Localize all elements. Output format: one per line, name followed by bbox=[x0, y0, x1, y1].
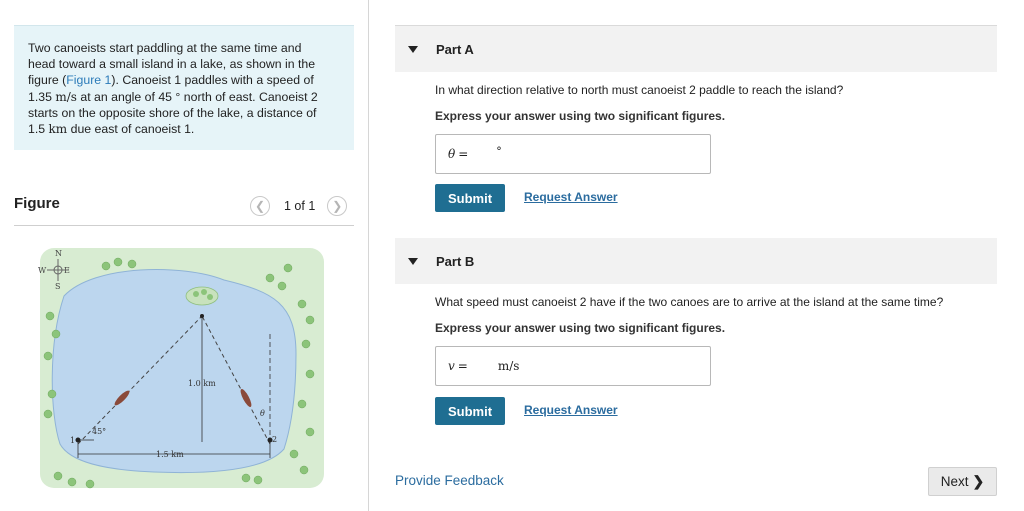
collapse-caret-icon bbox=[408, 257, 418, 265]
label-height: 1.0 km bbox=[188, 379, 216, 388]
island-point bbox=[200, 314, 204, 318]
collapse-caret-icon bbox=[408, 45, 418, 53]
part-b-instruction: Express your answer using two significan… bbox=[435, 321, 726, 335]
island bbox=[185, 286, 219, 306]
problem-line: Two canoeists start paddling at the same… bbox=[28, 41, 302, 55]
pager-count: 1 of 1 bbox=[284, 199, 316, 213]
part-b-submit-button[interactable]: Submit bbox=[435, 397, 505, 425]
tree-icon bbox=[201, 289, 207, 295]
label-canoeist-1: 1 bbox=[70, 436, 75, 445]
label-width: 1.5 km bbox=[156, 450, 184, 459]
next-button[interactable]: Next ❯ bbox=[928, 467, 997, 496]
right-panel: Part A In what direction relative to nor… bbox=[395, 0, 997, 511]
column-divider bbox=[368, 0, 369, 511]
label-canoeist-2: 2 bbox=[272, 435, 277, 444]
part-a-header[interactable]: Part A bbox=[395, 26, 997, 72]
problem-statement: Two canoeists start paddling at the same… bbox=[14, 25, 354, 150]
part-b-request-answer-link[interactable]: Request Answer bbox=[524, 403, 618, 417]
lake bbox=[51, 269, 297, 474]
label-theta: θ bbox=[260, 409, 265, 418]
part-a-request-answer-link[interactable]: Request Answer bbox=[524, 190, 618, 204]
part-a-answer-input[interactable]: θ = ° bbox=[435, 134, 711, 174]
lake-figure: N S E W 1 2 45° θ 1.0 bbox=[38, 248, 324, 489]
chevron-left-icon: ❮ bbox=[254, 199, 266, 213]
svg-text:N: N bbox=[55, 249, 62, 258]
label-angle-45: 45° bbox=[92, 427, 106, 436]
figure-divider bbox=[14, 225, 354, 226]
part-b-header[interactable]: Part B bbox=[395, 238, 997, 284]
figure-link[interactable]: Figure 1 bbox=[66, 73, 111, 87]
part-b-answer-input[interactable]: v = m/s bbox=[435, 346, 711, 386]
part-a-instruction: Express your answer using two significan… bbox=[435, 109, 726, 123]
tree-icon bbox=[207, 294, 213, 300]
svg-text:S: S bbox=[55, 282, 60, 291]
problem-line: figure (Figure 1). Canoeist 1 paddles wi… bbox=[28, 73, 314, 88]
problem-line: starts on the opposite shore of the lake… bbox=[28, 105, 317, 120]
speed-unit: m/s bbox=[497, 359, 520, 373]
problem-line: 1.35 m/s at an angle of 45 ° north of ea… bbox=[28, 89, 318, 104]
problem-line: 1.5 km due east of canoeist 1. bbox=[28, 122, 195, 137]
figure-pager: ❮ 1 of 1 ❯ bbox=[250, 196, 348, 216]
svg-text:W: W bbox=[38, 266, 47, 275]
tree-icon bbox=[193, 291, 199, 297]
degree-unit: ° bbox=[496, 144, 502, 158]
left-panel: Two canoeists start paddling at the same… bbox=[0, 0, 368, 511]
problem-line: head toward a small island in a lake, as… bbox=[28, 57, 316, 72]
chevron-right-icon: ❯ bbox=[972, 473, 985, 489]
next-figure-button[interactable]: ❯ bbox=[327, 196, 348, 216]
part-b-question: What speed must canoeist 2 have if the t… bbox=[435, 295, 944, 309]
start-point-1 bbox=[75, 437, 81, 443]
part-a-submit-button[interactable]: Submit bbox=[435, 184, 505, 212]
prev-figure-button[interactable]: ❮ bbox=[250, 196, 270, 216]
chevron-right-icon: ❯ bbox=[332, 199, 343, 213]
figure-title: Figure bbox=[14, 195, 60, 212]
provide-feedback-link[interactable]: Provide Feedback bbox=[395, 473, 504, 488]
part-a-question: In what direction relative to north must… bbox=[435, 83, 844, 97]
